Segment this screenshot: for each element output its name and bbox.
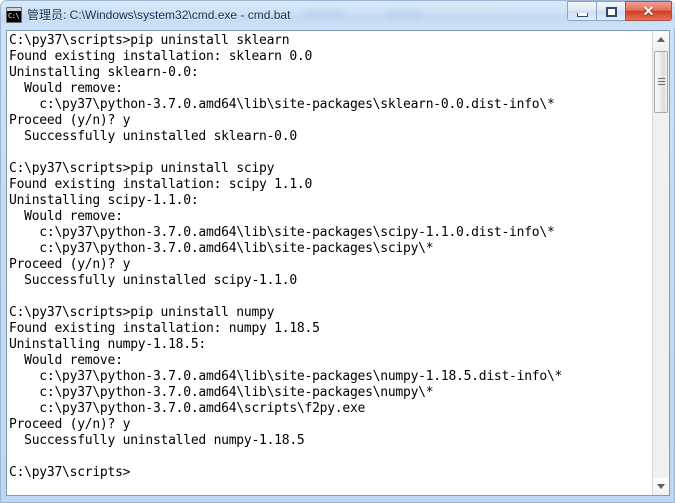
title-bar-redacted-area bbox=[290, 1, 567, 28]
console-text: C:\py37\scripts>pip uninstall sklearn Fo… bbox=[9, 33, 563, 480]
scroll-down-button[interactable] bbox=[653, 478, 669, 495]
cmd-console-icon: C:\ bbox=[6, 6, 22, 23]
cmd-window: C:\ 管理员: C:\Windows\system32\cmd.exe - c… bbox=[0, 0, 675, 503]
close-button[interactable]: ✕ bbox=[625, 1, 672, 21]
scroll-up-button[interactable] bbox=[653, 31, 669, 48]
redacted-blob bbox=[303, 11, 346, 19]
cmd-icon-glyph: C:\ bbox=[8, 11, 20, 20]
scroll-down-icon bbox=[657, 484, 665, 489]
maximize-button[interactable] bbox=[596, 1, 625, 21]
window-controls: ✕ bbox=[567, 1, 672, 28]
console-output-area[interactable]: C:\py37\scripts>pip uninstall sklearn Fo… bbox=[7, 31, 652, 495]
minimize-button[interactable] bbox=[567, 1, 596, 21]
scroll-up-icon bbox=[657, 37, 665, 42]
window-title: 管理员: C:\Windows\system32\cmd.exe - cmd.b… bbox=[27, 8, 291, 22]
vertical-scrollbar[interactable] bbox=[652, 31, 669, 495]
scrollbar-grip-icon bbox=[658, 78, 665, 87]
title-bar[interactable]: C:\ 管理员: C:\Windows\system32\cmd.exe - c… bbox=[1, 1, 675, 28]
maximize-icon bbox=[606, 7, 617, 17]
close-icon: ✕ bbox=[642, 3, 655, 19]
redacted-blob bbox=[386, 11, 423, 19]
minimize-icon bbox=[577, 13, 588, 17]
console-client-area: C:\py37\scripts>pip uninstall sklearn Fo… bbox=[6, 30, 670, 496]
scrollbar-thumb[interactable] bbox=[654, 51, 668, 113]
